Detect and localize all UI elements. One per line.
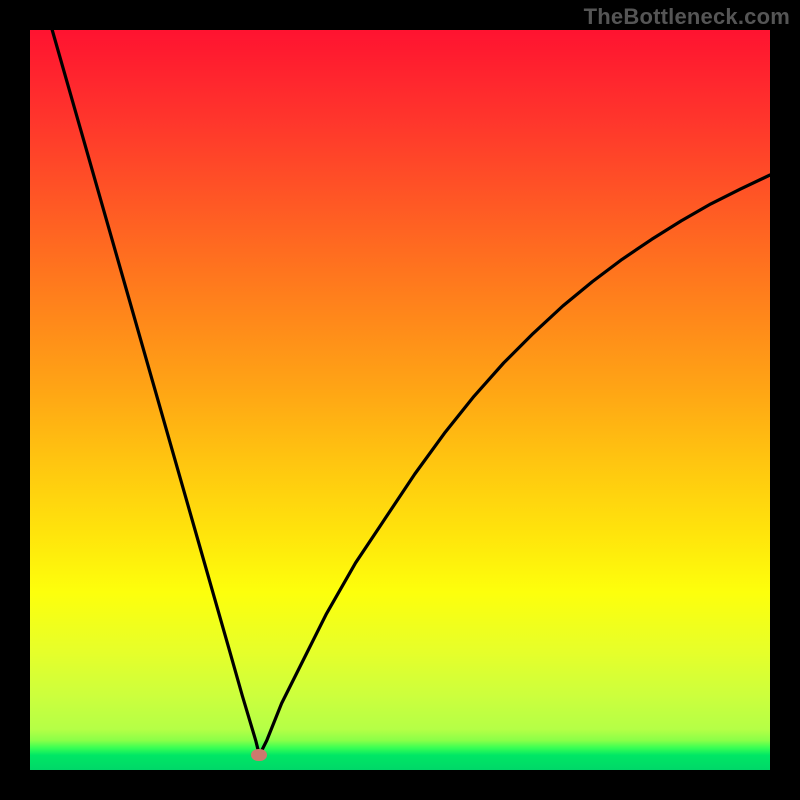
curve-svg [30,30,770,770]
plot-area [30,30,770,770]
chart-frame: TheBottleneck.com [0,0,800,800]
optimum-marker [251,749,267,761]
bottleneck-curve [52,30,770,755]
watermark-text: TheBottleneck.com [584,4,790,30]
